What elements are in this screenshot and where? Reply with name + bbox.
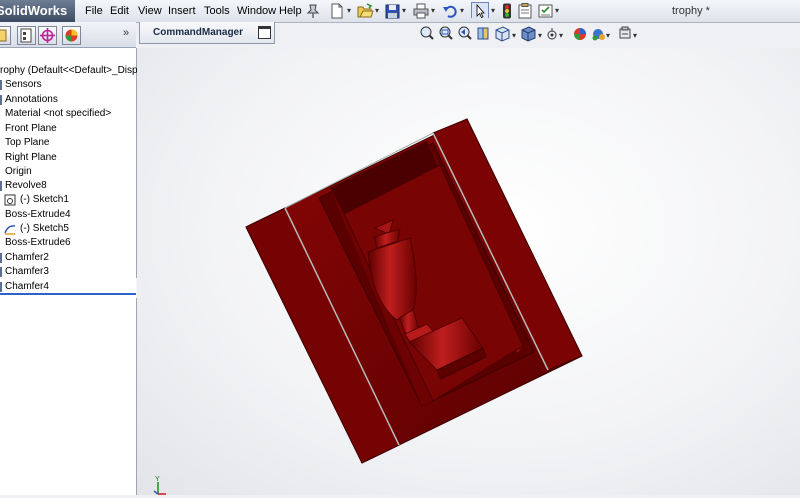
new-dropdown-icon[interactable]: ▾	[347, 4, 351, 18]
open-folder-icon[interactable]	[357, 3, 374, 19]
view-toolbar: ▾ ▾ ▾ ▾ ▾	[420, 26, 637, 42]
more-tabs-button[interactable]: »	[123, 27, 129, 39]
menu-file[interactable]: File	[85, 0, 103, 22]
display-style-icon[interactable]	[521, 26, 536, 42]
sketch-icon	[4, 225, 16, 235]
app-logo: SolidWorks	[0, 0, 75, 22]
pin-icon[interactable]	[306, 3, 320, 19]
options-dropdown-icon[interactable]: ▾	[555, 4, 559, 18]
property-manager-tab[interactable]	[17, 26, 36, 45]
undo-dropdown-icon[interactable]: ▾	[460, 4, 464, 18]
apply-scene-icon[interactable]	[592, 29, 606, 41]
view-orientation-icon[interactable]	[495, 26, 510, 42]
print-icon[interactable]	[413, 3, 429, 19]
appearance-tab[interactable]	[62, 26, 81, 45]
menu-bar: SolidWorks File Edit View Insert Tools W…	[0, 0, 800, 23]
rollback-bar[interactable]	[0, 293, 136, 295]
sketch-icon	[4, 194, 16, 206]
display-style-dropdown-icon[interactable]: ▾	[538, 31, 542, 40]
annotations-icon	[0, 95, 2, 105]
select-arrow-icon[interactable]	[471, 2, 489, 18]
feature-manager-tab[interactable]	[0, 26, 11, 45]
section-view-icon[interactable]	[477, 27, 489, 40]
feature-manager-tree: rophy (Default<<Default>_Displa Sensors …	[0, 48, 145, 495]
print-dropdown-icon[interactable]: ▾	[431, 4, 435, 18]
command-manager-tab[interactable]: CommandManager	[139, 22, 275, 44]
graphics-area[interactable]: Y	[137, 48, 800, 495]
hide-show-dropdown-icon[interactable]: ▾	[559, 31, 563, 40]
view-settings-dropdown-icon[interactable]: ▾	[633, 31, 637, 40]
chamfer-icon	[0, 267, 2, 277]
y-axis-label: Y	[155, 476, 160, 483]
view-settings-icon[interactable]	[619, 26, 631, 39]
previous-view-icon[interactable]	[458, 26, 472, 40]
view-orientation-dropdown-icon[interactable]: ▾	[512, 31, 516, 40]
zoom-to-fit-icon[interactable]	[420, 26, 434, 40]
feature-manager-tab-icon	[0, 29, 7, 42]
chamfer-icon	[0, 253, 2, 263]
apply-scene-dropdown-icon[interactable]: ▾	[606, 31, 610, 40]
orientation-triad: Y	[153, 476, 166, 495]
chamfer-icon	[0, 282, 2, 292]
file-properties-icon[interactable]	[518, 3, 533, 19]
manager-tabs: »	[0, 22, 136, 48]
configuration-manager-tab-icon	[40, 28, 55, 43]
trophy-model[interactable]	[137, 48, 800, 495]
menu-view[interactable]: View	[138, 0, 162, 22]
menu-insert[interactable]: Insert	[168, 0, 196, 22]
options-icon[interactable]	[538, 3, 553, 19]
save-dropdown-icon[interactable]: ▾	[402, 4, 406, 18]
menu-window[interactable]: Window	[237, 0, 276, 22]
document-title: trophy *	[672, 5, 710, 17]
new-document-icon[interactable]	[330, 3, 344, 19]
edit-appearance-icon[interactable]	[574, 28, 586, 40]
zoom-to-area-icon[interactable]	[439, 26, 453, 40]
menu-tools[interactable]: Tools	[204, 0, 230, 22]
hide-show-items-icon[interactable]	[547, 28, 557, 40]
menu-edit[interactable]: Edit	[110, 0, 129, 22]
save-icon[interactable]	[385, 3, 400, 19]
configuration-manager-tab[interactable]	[38, 26, 57, 45]
sensors-folder-icon	[0, 80, 2, 90]
open-dropdown-icon[interactable]: ▾	[375, 4, 379, 18]
revolve-icon	[0, 181, 2, 191]
menu-help[interactable]: Help	[279, 0, 302, 22]
command-manager-label: CommandManager	[153, 27, 244, 38]
command-manager-toggle-icon[interactable]	[258, 26, 271, 39]
appearance-tab-icon	[65, 29, 78, 42]
select-dropdown-icon[interactable]: ▾	[491, 4, 495, 18]
rebuild-traffic-light-icon[interactable]	[502, 3, 512, 19]
property-manager-tab-icon	[20, 28, 32, 43]
undo-icon[interactable]	[442, 3, 458, 19]
